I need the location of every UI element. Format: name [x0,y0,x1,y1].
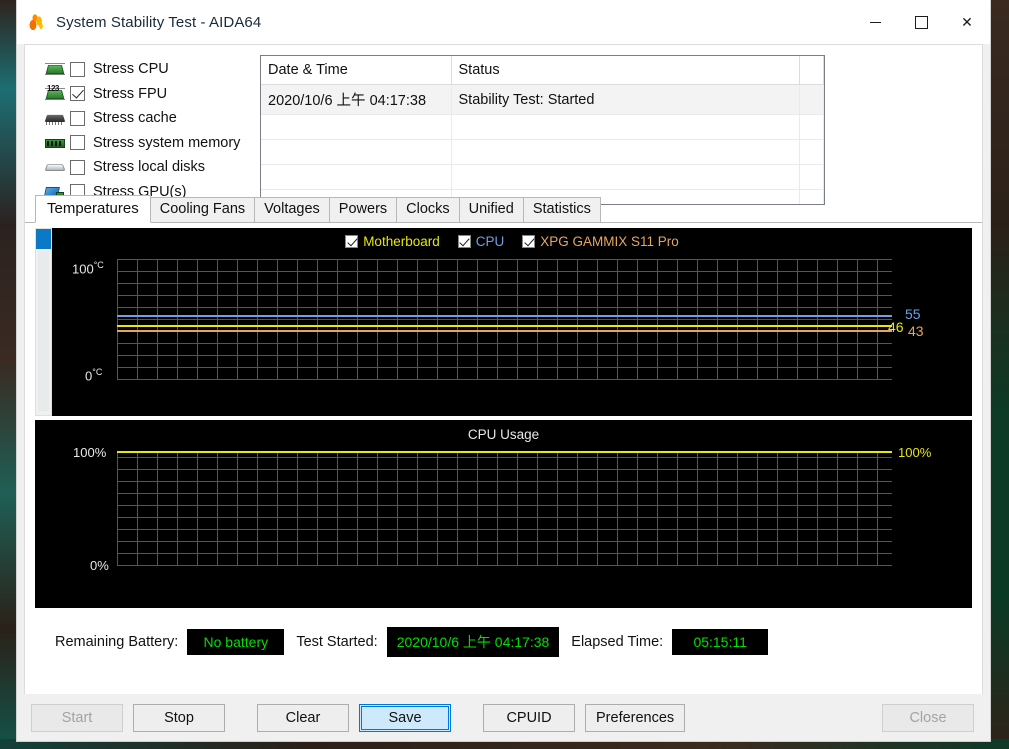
table-header-row: Date & Time Status [261,56,824,85]
stress-cache-label: Stress cache [93,110,177,127]
preferences-button[interactable]: Preferences [585,703,686,732]
stress-disks-label: Stress local disks [93,159,206,176]
series-line-motherboard [117,325,892,327]
scrollbar-thumb[interactable] [36,229,51,249]
save-button[interactable]: Save [359,703,451,732]
elapsed-time-value: 05:15:11 [672,629,769,655]
stress-memory-checkbox[interactable] [70,135,85,151]
status-row: Remaining Battery: No battery Test Start… [25,608,982,662]
stress-option-memory[interactable]: Stress system memory [44,131,250,156]
cpuid-button[interactable]: CPUID [483,703,575,732]
table-row[interactable] [261,164,824,190]
temperature-chart-scrollbar[interactable] [35,228,52,416]
stop-button[interactable]: Stop [133,703,225,732]
legend-label-motherboard: Motherboard [363,234,440,249]
column-header-datetime[interactable]: Date & Time [261,56,452,85]
tab-statistics[interactable]: Statistics [522,197,601,222]
memory-stick-icon [44,134,66,152]
window-controls [852,0,990,44]
stress-option-cpu[interactable]: Stress CPU [44,57,250,82]
fpu-chip-icon: 123 [44,84,66,103]
top-section: Stress CPU 123 Stress FPU Stress cache S… [25,45,982,205]
close-button[interactable]: Close [882,703,974,732]
charts-area: Motherboard CPU XPG GAMMIX S11 Pro 100°C… [25,223,982,608]
legend-item-xpg[interactable]: XPG GAMMIX S11 Pro [522,234,679,249]
legend-label-cpu: CPU [475,234,505,249]
legend-item-motherboard[interactable]: Motherboard [345,234,440,249]
button-bar: Start Stop Clear Save CPUID Preferences … [17,694,990,741]
usage-axis-label-top-right: 100% [898,445,932,460]
cpu-usage-chart-grid [117,452,892,566]
series-line-cpu [117,314,892,317]
cell-status: Stability Test: Started [451,84,800,115]
close-window-button[interactable] [944,0,990,44]
battery-value: No battery [187,629,285,655]
stress-memory-label: Stress system memory [93,134,241,151]
table-row[interactable] [261,139,824,165]
column-header-status[interactable]: Status [451,56,800,85]
stress-option-disks[interactable]: Stress local disks [44,155,250,180]
start-button[interactable]: Start [31,703,123,732]
window-title: System Stability Test - AIDA64 [56,13,262,31]
cell-extra [799,84,824,115]
scrollbar-track[interactable] [38,251,49,411]
temp-value-motherboard: 46 [888,319,904,335]
wallpaper-left-band [0,0,16,749]
series-line-xpg [117,329,892,332]
table-row[interactable] [261,114,824,140]
window-titlebar: System Stability Test - AIDA64 [17,0,990,44]
maximize-button[interactable] [898,0,944,44]
cpu-usage-chart[interactable]: CPU Usage 100% 100% 0% [35,420,972,608]
stress-option-cache[interactable]: Stress cache [44,106,250,131]
legend-label-xpg: XPG GAMMIX S11 Pro [540,234,679,249]
legend-item-cpu[interactable]: CPU [457,234,505,249]
temperature-chart-grid [117,259,892,380]
cell-datetime: 2020/10/6 上午 04:17:38 [261,84,452,115]
stress-cpu-label: Stress CPU [93,61,169,78]
tab-temperatures[interactable]: Temperatures [35,195,151,223]
stress-fpu-checkbox[interactable] [70,86,85,102]
tab-powers[interactable]: Powers [328,197,398,222]
test-started-value: 2020/10/6 上午 04:17:38 [386,627,560,657]
event-log-table: Date & Time Status 2020/10/6 上午 04:17:38… [261,56,824,204]
tab-voltages[interactable]: Voltages [254,197,330,222]
clear-button[interactable]: Clear [257,703,349,732]
event-log-panel[interactable]: Date & Time Status 2020/10/6 上午 04:17:38… [260,55,825,205]
temp-axis-label-bottom: 0°C [85,367,103,384]
flame-icon [26,12,46,32]
legend-checkbox-xpg[interactable] [522,235,536,248]
battery-label: Remaining Battery: [55,634,179,650]
column-header-extra[interactable] [799,56,824,85]
table-row[interactable]: 2020/10/6 上午 04:17:38 Stability Test: St… [261,84,824,115]
legend-checkbox-motherboard[interactable] [345,235,359,248]
elapsed-time-label: Elapsed Time: [571,634,664,650]
stress-cpu-checkbox[interactable] [70,61,85,77]
usage-axis-label-top-left: 100% [73,445,107,460]
usage-axis-label-bottom: 0% [90,558,109,573]
tab-cooling-fans[interactable]: Cooling Fans [149,197,256,222]
client-area: Stress CPU 123 Stress FPU Stress cache S… [24,44,983,694]
stress-options-list: Stress CPU 123 Stress FPU Stress cache S… [25,55,250,200]
tab-strip: Temperatures Cooling Fans Voltages Power… [25,195,982,223]
temperature-chart-legend: Motherboard CPU XPG GAMMIX S11 Pro [52,234,972,249]
minimize-button[interactable] [852,0,898,44]
disk-icon [44,158,66,176]
stress-option-fpu[interactable]: 123 Stress FPU [44,82,250,107]
aida64-stability-test-window: System Stability Test - AIDA64 Stress CP… [16,0,991,742]
temperatures-chart[interactable]: Motherboard CPU XPG GAMMIX S11 Pro 100°C… [52,228,972,416]
stress-disks-checkbox[interactable] [70,159,85,175]
cpu-chip-icon [44,60,66,78]
temp-value-xpg: 43 [908,323,924,339]
test-started-label: Test Started: [296,634,378,650]
cpu-usage-chart-title: CPU Usage [467,427,540,442]
temp-value-cpu: 55 [905,306,921,322]
stress-fpu-label: Stress FPU [93,85,168,102]
cache-chip-icon [44,109,66,127]
temp-axis-label-top: 100°C [72,260,104,277]
stress-cache-checkbox[interactable] [70,110,85,126]
legend-checkbox-cpu[interactable] [457,235,471,248]
tab-clocks[interactable]: Clocks [396,197,460,222]
series-line-cpu-usage [117,451,892,453]
tab-unified[interactable]: Unified [458,197,524,222]
